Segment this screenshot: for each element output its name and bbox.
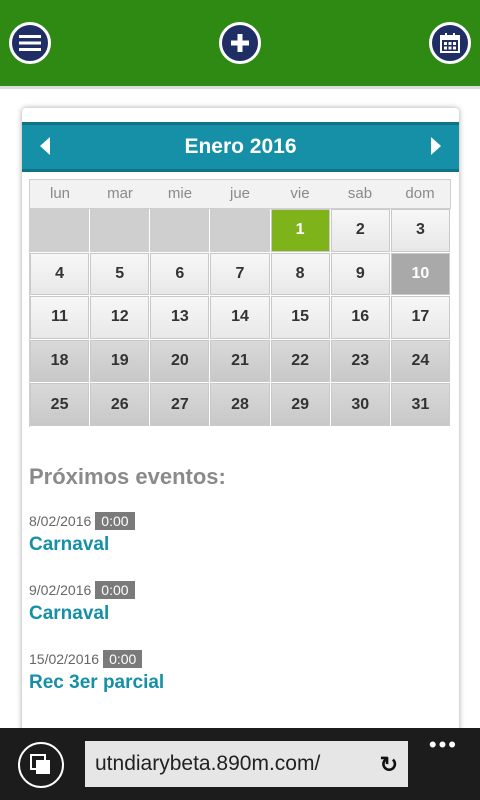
calendar-day-cell[interactable]: 25 bbox=[30, 383, 90, 426]
calendar-grid: lun mar mie jue vie sab dom 1 2 3 4 5 6 7 8 9 10 1… bbox=[29, 179, 451, 427]
calendar-empty-cell bbox=[150, 209, 210, 252]
event-item[interactable]: 15/02/2016 0:00 Rec 3er parcial bbox=[29, 650, 449, 694]
calendar-day-cell[interactable]: 4 bbox=[30, 252, 90, 296]
refresh-icon[interactable]: ↻ bbox=[380, 752, 398, 778]
day-of-week-label: mar bbox=[107, 185, 133, 202]
calendar-day-cell[interactable]: 2 bbox=[330, 209, 390, 252]
url-text: utndiarybeta.890m.com/ bbox=[95, 752, 321, 775]
day-of-week-label: mie bbox=[167, 185, 193, 202]
event-item[interactable]: 9/02/2016 0:00 Carnaval bbox=[29, 581, 449, 625]
month-title: Enero 2016 bbox=[184, 135, 297, 158]
calendar-day-cell[interactable]: 15 bbox=[270, 296, 330, 339]
calendar-day-cell[interactable]: 31 bbox=[390, 383, 450, 426]
tabs-button[interactable] bbox=[18, 742, 64, 788]
calendar-day-cell[interactable]: 29 bbox=[270, 383, 330, 426]
calendar-week-row: 123 bbox=[30, 209, 451, 253]
event-date: 15/02/2016 bbox=[29, 651, 100, 667]
calendar-day-cell[interactable]: 9 bbox=[330, 252, 390, 296]
calendar-day-cell[interactable]: 13 bbox=[150, 296, 210, 339]
calendar-day-cell[interactable]: 28 bbox=[210, 383, 270, 426]
calendar-day-cell[interactable]: 17 bbox=[390, 296, 450, 339]
calendar-day-cell[interactable]: 1 bbox=[270, 209, 330, 252]
calendar-week-row: 4 5 6 7 8 9 10 bbox=[30, 252, 451, 297]
calendar-day-cell[interactable]: 27 bbox=[150, 383, 210, 426]
calendar-day-cell[interactable]: 11 bbox=[30, 296, 90, 339]
more-options-icon[interactable]: ••• bbox=[429, 732, 458, 758]
tabs-icon bbox=[30, 754, 50, 774]
calendar-day-cell[interactable]: 18 bbox=[30, 339, 90, 383]
event-time-badge: 0:00 bbox=[95, 512, 135, 530]
calendar-day-cell[interactable]: 22 bbox=[270, 339, 330, 383]
day-of-week-label: dom bbox=[405, 185, 435, 202]
calendar-day-cell[interactable]: 5 bbox=[90, 252, 150, 296]
address-bar[interactable]: utndiarybeta.890m.com/ ↻ bbox=[85, 741, 408, 787]
calendar-day-cell[interactable]: 21 bbox=[210, 339, 270, 383]
calendar-day-cell[interactable]: 26 bbox=[90, 383, 150, 426]
calendar-day-cell[interactable]: 16 bbox=[330, 296, 390, 339]
calendar-day-cell[interactable]: 10 bbox=[390, 252, 450, 296]
calendar-week-row: 25 26 27 28 29 30 31 bbox=[30, 383, 451, 427]
event-time-badge: 0:00 bbox=[95, 581, 135, 599]
calendar-icon bbox=[440, 33, 460, 53]
upcoming-events-title: Próximos eventos: bbox=[29, 464, 226, 489]
calendar-day-cell[interactable]: 12 bbox=[90, 296, 150, 339]
calendar-empty-cell bbox=[210, 209, 270, 252]
calendar-empty-cell bbox=[30, 209, 90, 252]
event-date: 8/02/2016 bbox=[29, 513, 92, 529]
event-name-link[interactable]: Carnaval bbox=[29, 534, 449, 556]
next-month-arrow-icon[interactable] bbox=[431, 137, 441, 155]
app-header bbox=[0, 0, 480, 89]
calendar-day-cell[interactable]: 14 bbox=[210, 296, 270, 339]
days-of-week-row: lun mar mie jue vie sab dom bbox=[29, 179, 451, 209]
event-time-badge: 0:00 bbox=[103, 650, 143, 668]
calendar-week-row: 11 12 13 14 15 16 17 bbox=[30, 296, 451, 340]
add-event-button[interactable] bbox=[219, 22, 261, 64]
event-name-link[interactable]: Carnaval bbox=[29, 603, 449, 625]
event-name-link[interactable]: Rec 3er parcial bbox=[29, 672, 449, 694]
calendar-week-row: 18 19 20 21 22 23 24 bbox=[30, 339, 451, 384]
calendar-day-cell[interactable]: 23 bbox=[330, 339, 390, 383]
calendar-day-cell[interactable]: 30 bbox=[330, 383, 390, 426]
calendar-card: Enero 2016 lun mar mie jue vie sab dom 1… bbox=[22, 108, 459, 748]
calendar-header: Enero 2016 bbox=[22, 122, 459, 172]
calendar-day-cell[interactable]: 8 bbox=[270, 252, 330, 296]
calendar-day-cell[interactable]: 6 bbox=[150, 252, 210, 296]
calendar-day-cell[interactable]: 20 bbox=[150, 339, 210, 383]
calendar-view-button[interactable] bbox=[429, 22, 471, 64]
plus-icon bbox=[231, 34, 249, 52]
event-item[interactable]: 8/02/2016 0:00 Carnaval bbox=[29, 512, 449, 556]
calendar-empty-cell bbox=[90, 209, 150, 252]
day-of-week-label: sab bbox=[347, 185, 373, 202]
hamburger-menu-icon[interactable] bbox=[9, 22, 51, 64]
day-of-week-label: jue bbox=[229, 185, 251, 202]
day-of-week-label: lun bbox=[49, 185, 71, 202]
day-of-week-label: vie bbox=[290, 185, 310, 202]
calendar-day-cell[interactable]: 24 bbox=[390, 339, 450, 383]
calendar-day-cell[interactable]: 19 bbox=[90, 339, 150, 383]
event-date: 9/02/2016 bbox=[29, 582, 92, 598]
calendar-weeks: 1 2 3 4 5 6 7 8 9 10 11 12 13 14 15 16 17 18 19 20 21 22 23 24 2… bbox=[29, 209, 451, 427]
calendar-day-cell[interactable]: 7 bbox=[210, 252, 270, 296]
browser-bottom-bar: utndiarybeta.890m.com/ ↻ ••• bbox=[0, 728, 480, 800]
calendar-day-cell[interactable]: 3 bbox=[390, 209, 450, 252]
